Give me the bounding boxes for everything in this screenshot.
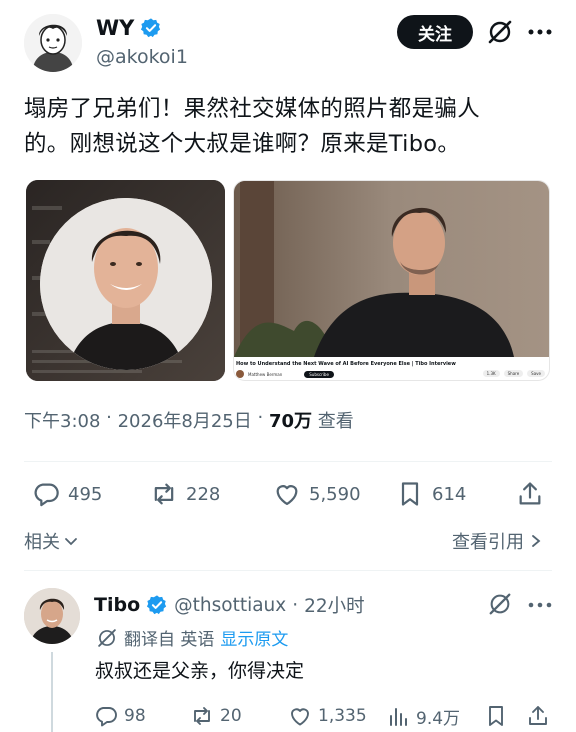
reply-share-button[interactable] [526,704,550,728]
share-button[interactable] [516,480,544,508]
like-count: 5,590 [309,483,361,505]
reply-reply-count: 98 [124,706,146,726]
translation-row: 翻译自 英语 显示原文 [96,625,288,650]
reply-author-avatar[interactable] [24,588,80,644]
repost-icon [194,707,210,725]
chevron-right-icon [532,535,541,547]
like-icon [291,708,309,726]
bookmark-icon [401,482,419,506]
reply-time[interactable]: 22小时 [304,592,365,618]
grok-icon[interactable] [487,591,513,617]
more-icon[interactable] [527,595,553,615]
tweet-text-line: 塌房了兄弟们！果然社交媒体的照片都是骗人 [24,96,481,122]
view-quotes-label: 查看引用 [452,532,524,553]
video-actions: 1.3K Share Save [482,370,545,377]
author-handle[interactable]: @akokoi1 [96,46,188,68]
reply-views-button[interactable]: 9.4万 [386,704,460,729]
view-quotes-link[interactable]: 查看引用 [452,528,544,554]
share-icon [529,706,547,725]
thread-line [51,652,53,732]
video-save: Save [527,370,545,377]
author-avatar[interactable] [24,14,82,72]
bookmark-icon [489,706,503,726]
repost-button[interactable]: 228 [150,480,220,508]
video-channel-row: Matthew Berman Subscribe [236,370,334,378]
channel-name: Matthew Berman [248,371,283,377]
reply-header: Tibo @thsottiaux · 22小时 [94,592,365,618]
reply-author-name[interactable]: Tibo [94,594,140,616]
reply-author-handle[interactable]: @thsottiaux [174,595,286,616]
repost-icon [154,483,174,505]
reply-count: 495 [68,483,103,505]
video-likes: 1.3K [482,370,500,377]
bookmark-button[interactable]: 614 [396,480,466,508]
repost-count: 228 [186,483,221,505]
reply-repost-button[interactable]: 20 [190,704,242,728]
like-button[interactable]: 5,590 [273,480,361,508]
tweet-text: 塌房了兄弟们！果然社交媒体的照片都是骗人 的。刚想说这个大叔是谁啊？原来是Tib… [24,92,554,162]
author-name-row[interactable]: WY [96,16,162,40]
more-icon[interactable] [527,22,553,42]
subscribe-button: Subscribe [304,370,334,378]
reply-icon [96,707,117,727]
reply-reply-button[interactable]: 98 [94,704,146,728]
reply-like-button[interactable]: 1,335 [288,704,367,728]
related-label: 相关 [24,532,60,553]
reply-view-count: 9.4万 [416,709,461,729]
grok-icon [98,628,116,647]
reply-button[interactable]: 495 [32,480,102,508]
video-title: How to Understand the Next Wave of AI Be… [236,361,456,367]
grok-icon[interactable] [486,18,514,46]
chevron-down-icon [65,538,77,546]
author-display-name[interactable]: WY [96,16,134,40]
reply-like-count: 1,335 [318,706,367,726]
divider [24,461,552,462]
tweet-text-line: 的。刚想说这个大叔是谁啊？原来是Tibo。 [24,131,461,157]
tweet-image-video-thumbnail[interactable]: How to Understand the Next Wave of AI Be… [233,180,550,381]
tweet-view-count: 70万 [268,411,312,432]
views-icon [390,707,407,726]
tweet-date[interactable]: 2026年8月25日 [118,407,252,433]
related-dropdown[interactable]: 相关 [24,528,80,554]
bookmark-count: 614 [432,483,467,505]
translated-from-label: 翻译自 英语 [124,630,215,650]
reply-icon [34,483,59,507]
show-original-link[interactable]: 显示原文 [220,625,288,650]
channel-avatar [236,370,244,378]
reply-repost-count: 20 [220,706,242,726]
verified-badge-icon [141,18,161,38]
reply-bookmark-button[interactable] [484,704,508,728]
tweet-view-label: 查看 [317,411,354,432]
like-icon [276,485,298,506]
divider [24,570,552,571]
tweet-image-profile-photo[interactable] [26,180,225,381]
verified-badge-icon [147,595,167,615]
reply-text: 叔叔还是父亲，你得决定 [95,660,305,682]
tweet-meta: 下午3:08 · 2026年8月25日 · 70万 查看 [24,407,354,433]
video-share: Share [503,370,524,377]
follow-button[interactable]: 关注 [397,15,473,49]
tweet-time[interactable]: 下午3:08 [24,407,100,433]
share-icon [519,482,541,505]
